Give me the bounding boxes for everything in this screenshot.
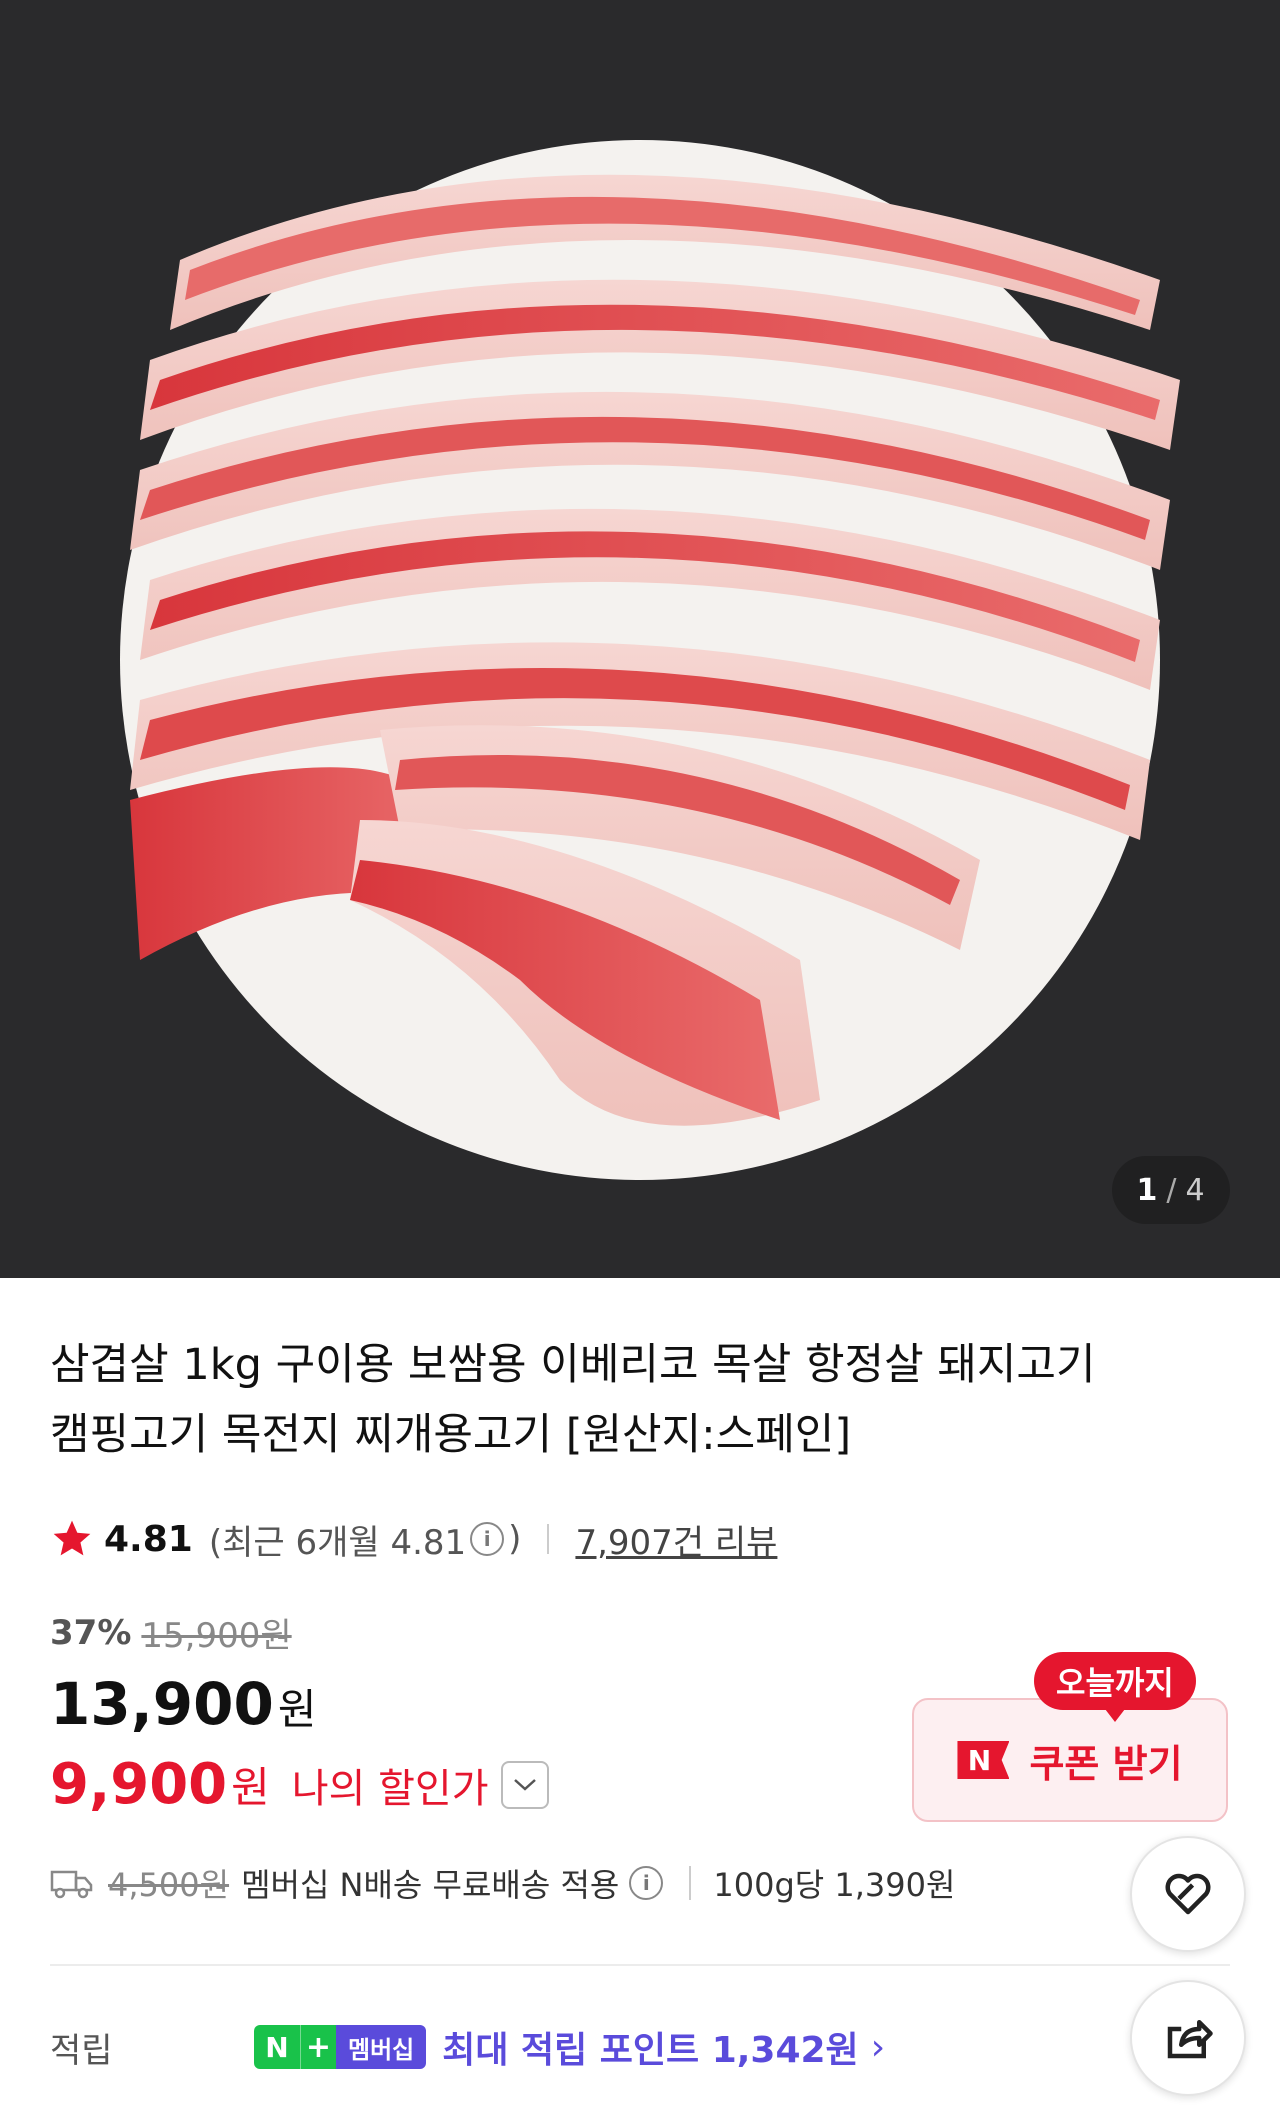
pork-belly-photo — [120, 140, 1180, 1180]
product-title-line2: 캠핑고기 목전지 찌개용고기 [원산지:스페인] — [50, 1410, 852, 1460]
coupon-button[interactable]: N 쿠폰 받기 — [912, 1698, 1228, 1822]
recent-rating-text: (최근 6개월 4.81 — [208, 1522, 467, 1563]
my-price-row[interactable]: 9,900 원 나의 할인가 — [50, 1752, 549, 1817]
naver-n-icon: N — [254, 2025, 300, 2069]
product-title: 삼겹살 1kg 구이용 보쌈용 이베리코 목살 항정살 돼지고기 캠핑고기 목전… — [50, 1330, 1230, 1470]
image-counter-total: 4 — [1185, 1172, 1206, 1208]
star-icon — [53, 1520, 91, 1556]
points-label: 적립 — [50, 2030, 113, 2071]
chevron-right-icon: › — [870, 2026, 886, 2068]
share-icon — [1167, 2020, 1213, 2059]
membership-label: 멤버십 — [336, 2025, 427, 2069]
my-price-unit: 원 — [231, 1763, 270, 1812]
plus-icon: + — [300, 2025, 336, 2069]
recent-rating: (최근 6개월 4.81 i ) — [209, 1515, 522, 1564]
truck-icon — [50, 1870, 93, 1899]
info-icon[interactable]: i — [629, 1866, 664, 1900]
naver-n-icon: N — [957, 1741, 1010, 1779]
my-price-expand-button[interactable] — [500, 1760, 549, 1809]
image-counter: 1 / 4 — [1112, 1156, 1230, 1224]
sale-price: 13,900 원 — [50, 1670, 316, 1738]
divider — [547, 1524, 550, 1554]
sale-price-value: 13,900 — [50, 1670, 274, 1738]
membership-badge: N + 멤버십 — [254, 2025, 427, 2069]
divider — [689, 1866, 692, 1900]
points-row[interactable]: 적립 N + 멤버십 최대 적립 포인트 1,342원 › — [50, 2022, 885, 2072]
shipping-info: 멤버십 N배송 무료배송 적용 — [241, 1866, 620, 1904]
section-divider — [50, 1964, 1230, 1966]
wishlist-button[interactable] — [1130, 1836, 1246, 1952]
rating-score: 4.81 — [104, 1518, 193, 1560]
sale-price-unit: 원 — [277, 1685, 317, 1734]
review-count-link[interactable]: 7,907건 리뷰 — [575, 1515, 777, 1564]
max-points: 최대 적립 포인트 1,342원 — [442, 2030, 859, 2071]
info-icon[interactable]: i — [470, 1522, 505, 1556]
image-counter-current: 1 — [1136, 1172, 1159, 1208]
original-price: 15,900원 — [141, 1616, 292, 1656]
product-title-line1: 삼겹살 1kg 구이용 보쌈용 이베리코 목살 항정살 돼지고기 — [50, 1340, 1096, 1390]
rating-row: 4.81 (최근 6개월 4.81 i ) 7,907건 리뷰 — [50, 1514, 777, 1564]
coupon-label: 쿠폰 받기 — [1029, 1741, 1183, 1786]
shipping-row: 4,500원 멤버십 N배송 무료배송 적용 i 100g당 1,390원 — [50, 1858, 955, 1908]
chevron-down-icon — [513, 1778, 536, 1791]
unit-price: 100g당 1,390원 — [713, 1866, 956, 1904]
product-image[interactable]: 1 / 4 — [0, 0, 1280, 1278]
discount-row: 37% 15,900원 — [50, 1608, 292, 1657]
today-only-tag: 오늘까지 — [1034, 1652, 1196, 1722]
recent-rating-close: ) — [508, 1519, 522, 1559]
discount-percent: 37% — [50, 1612, 132, 1653]
my-price-value: 9,900 — [50, 1752, 228, 1817]
share-button[interactable] — [1130, 1980, 1246, 2096]
shipping-fee: 4,500원 — [108, 1866, 230, 1904]
image-counter-separator: / — [1166, 1172, 1178, 1208]
heart-icon — [1165, 1873, 1211, 1915]
my-price-label: 나의 할인가 — [291, 1765, 489, 1812]
